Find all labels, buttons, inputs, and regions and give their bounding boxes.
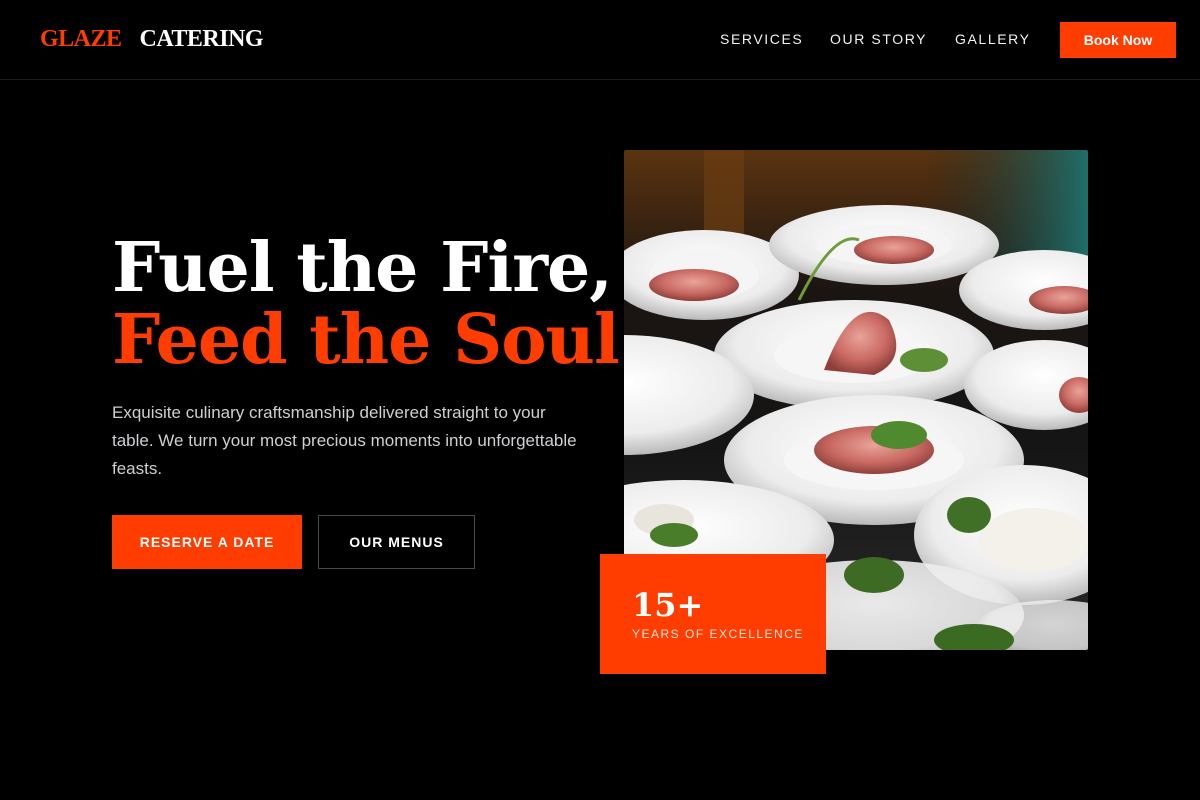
hero-title: Fuel the Fire, Feed the Soul. [112, 228, 643, 380]
our-menus-button[interactable]: OUR MENUS [318, 515, 475, 569]
reserve-date-button[interactable]: RESERVE A DATE [112, 515, 302, 569]
logo-brand: GLAZE [40, 26, 122, 52]
badge-label: YEARS OF EXCELLENCE [632, 627, 804, 641]
logo[interactable]: GLAZE CATERING [40, 26, 264, 53]
nav-our-story[interactable]: OUR STORY [830, 31, 927, 47]
hero-title-line1: Fuel the Fire, [112, 228, 613, 308]
hero-title-line2: Feed the Soul. [112, 300, 643, 380]
logo-sub: CATERING [139, 26, 264, 52]
hero-description: Exquisite culinary craftsmanship deliver… [112, 403, 577, 478]
nav-services[interactable]: SERVICES [720, 31, 803, 47]
nav-gallery[interactable]: GALLERY [955, 31, 1031, 47]
book-now-button[interactable]: Book Now [1060, 22, 1176, 58]
badge-number: 15+ [632, 586, 704, 624]
experience-badge: 15+ YEARS OF EXCELLENCE [600, 554, 826, 674]
site-header: GLAZE CATERING SERVICES OUR STORY GALLERY… [0, 0, 1200, 80]
